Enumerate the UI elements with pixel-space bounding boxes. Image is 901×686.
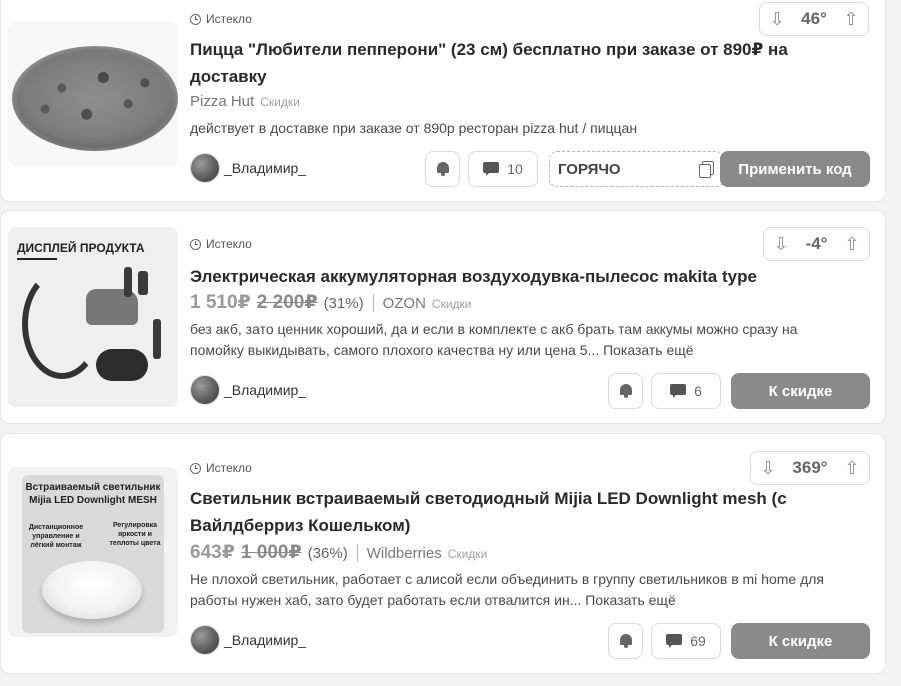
- arrow-down-icon[interactable]: ⇩: [766, 8, 788, 30]
- deal-price-line: Pizza Hut Скидки: [190, 93, 300, 110]
- comments-button[interactable]: 6: [651, 373, 721, 409]
- expired-status: Истекло: [190, 12, 252, 26]
- clock-icon: [190, 238, 201, 250]
- nozzle-shape: [124, 267, 132, 297]
- pizza-image: [12, 46, 178, 151]
- comment-icon: [483, 162, 500, 176]
- deal-description[interactable]: без акб, зато ценник хороший, да и если …: [190, 319, 850, 361]
- author-name[interactable]: _Владимир_: [224, 382, 306, 398]
- deal-card[interactable]: Встраиваемый светильник Mijia LED Downli…: [0, 433, 886, 674]
- divider: [372, 293, 374, 312]
- merchant-name[interactable]: Pizza Hut: [190, 93, 254, 110]
- image-label: ДИСПЛЕЙ ПРОДУКТА: [17, 241, 145, 255]
- avatar[interactable]: [190, 153, 220, 183]
- nozzle-shape: [153, 319, 161, 359]
- deal-description[interactable]: Не плохой светильник, работает с алисой …: [190, 569, 850, 611]
- deal-price-line: 1 510₽ 2 200₽ (31%) OZON Скидки: [190, 291, 472, 314]
- deal-title[interactable]: Пицца "Любители пепперони" (23 см) беспл…: [190, 36, 790, 90]
- alert-button[interactable]: [608, 623, 643, 659]
- bag-shape: [96, 349, 148, 381]
- clock-icon: [190, 462, 201, 474]
- downlight-shape: [42, 561, 142, 619]
- alert-button[interactable]: [425, 151, 460, 187]
- vote-widget: ⇩ 369° ⇧: [750, 451, 870, 485]
- image-title: Встраиваемый светильник Mijia LED Downli…: [25, 482, 161, 506]
- comments-button[interactable]: 10: [468, 151, 538, 187]
- image-label-underline: [17, 258, 57, 260]
- comment-icon: [666, 634, 683, 648]
- deal-author[interactable]: _Владимир_: [190, 625, 306, 655]
- expired-status: Истекло: [190, 237, 252, 251]
- deal-title[interactable]: Светильник встраиваемый светодиодный Mij…: [190, 485, 830, 539]
- arrow-up-icon[interactable]: ⇧: [841, 233, 863, 255]
- bell-icon: [436, 161, 450, 177]
- deal-image[interactable]: [8, 21, 178, 166]
- deal-tag: Скидки: [447, 547, 488, 561]
- expired-status: Истекло: [190, 461, 252, 475]
- product-image-panel: Встраиваемый светильник Mijia LED Downli…: [22, 475, 164, 633]
- avatar[interactable]: [190, 625, 220, 655]
- comment-icon: [670, 384, 687, 398]
- deal-image[interactable]: Встраиваемый светильник Mijia LED Downli…: [8, 467, 178, 637]
- deal-description: действует в доставке при заказе от 890р …: [190, 120, 638, 136]
- deal-card[interactable]: Истекло ⇩ 46° ⇧ Пицца "Любители пепперон…: [0, 0, 886, 202]
- bell-icon: [619, 383, 633, 399]
- vote-widget: ⇩ 46° ⇧: [759, 2, 869, 36]
- merchant-name[interactable]: OZON: [383, 295, 426, 312]
- comments-count: 69: [690, 633, 706, 649]
- go-to-deal-button[interactable]: К скидке: [731, 623, 870, 659]
- bell-icon: [619, 633, 633, 649]
- deal-author[interactable]: _Владимир_: [190, 375, 306, 405]
- deal-temperature: -4°: [805, 234, 828, 253]
- author-name[interactable]: _Владимир_: [224, 632, 306, 648]
- arrow-down-icon[interactable]: ⇩: [770, 233, 792, 255]
- comments-button[interactable]: 69: [651, 623, 721, 659]
- old-price: 2 200₽: [256, 292, 318, 313]
- promo-code: ГОРЯЧО: [558, 160, 621, 178]
- deal-tag: Скидки: [260, 95, 300, 109]
- deal-tag: Скидки: [431, 297, 472, 311]
- image-caption-right: Регулировка яркости и теплоты цвета: [109, 522, 161, 547]
- alert-button[interactable]: [608, 373, 643, 409]
- deal-temperature: 369°: [792, 458, 828, 477]
- avatar[interactable]: [190, 375, 220, 405]
- apply-code-button[interactable]: Применить код: [720, 151, 870, 187]
- copy-icon[interactable]: [699, 161, 714, 178]
- divider: [356, 543, 358, 562]
- vote-widget: ⇩ -4° ⇧: [763, 227, 870, 261]
- deal-title[interactable]: Электрическая аккумуляторная воздуходувк…: [190, 263, 830, 290]
- deal-author[interactable]: _Владимир_: [190, 153, 306, 183]
- deal-price-line: 643₽ 1 000₽ (36%) Wildberries Скидки: [190, 541, 487, 564]
- deal-temperature: 46°: [801, 9, 827, 28]
- deal-price: 643₽: [190, 542, 235, 563]
- deal-price: 1 510₽: [190, 292, 251, 313]
- discount-percent: (36%): [307, 545, 348, 562]
- author-name[interactable]: _Владимир_: [224, 160, 306, 176]
- arrow-down-icon[interactable]: ⇩: [757, 457, 779, 479]
- old-price: 1 000₽: [240, 542, 302, 563]
- clock-icon: [190, 13, 201, 25]
- go-to-deal-button[interactable]: К скидке: [731, 373, 870, 409]
- comments-count: 10: [507, 161, 523, 177]
- merchant-name[interactable]: Wildberries: [367, 545, 442, 562]
- image-caption-left: Дистанционное управление и лёгкий монтаж: [28, 524, 84, 549]
- arrow-up-icon[interactable]: ⇧: [840, 8, 862, 30]
- nozzle-shape: [138, 271, 148, 295]
- deal-image[interactable]: ДИСПЛЕЙ ПРОДУКТА: [8, 227, 178, 407]
- comments-count: 6: [694, 383, 702, 399]
- arrow-up-icon[interactable]: ⇧: [841, 457, 863, 479]
- discount-percent: (31%): [323, 295, 364, 312]
- promo-code-box[interactable]: ГОРЯЧО: [549, 151, 724, 187]
- deal-card[interactable]: ДИСПЛЕЙ ПРОДУКТА Истекло ⇩ -4° ⇧ Электри…: [0, 210, 886, 424]
